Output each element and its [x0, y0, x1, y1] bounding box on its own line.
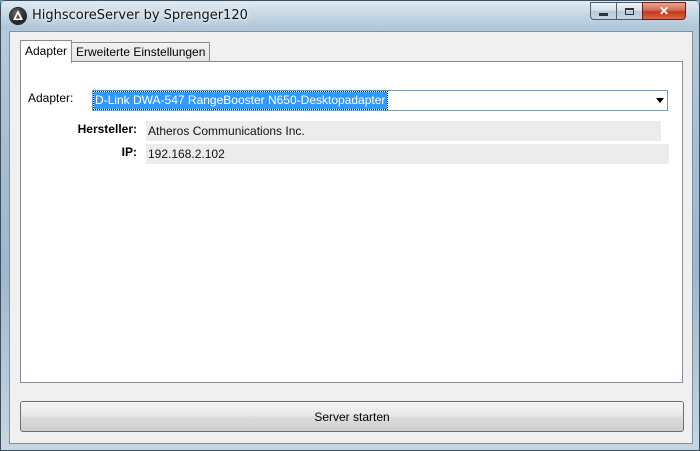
adapter-select[interactable]: D-Link DWA-547 RangeBooster N650-Desktop… — [92, 90, 668, 111]
manufacturer-label: Hersteller: — [77, 122, 137, 136]
close-icon: ✕ — [658, 4, 670, 18]
tab-advanced-settings[interactable]: Erweiterte Einstellungen — [71, 42, 211, 61]
caption-buttons: ✕ — [590, 2, 686, 22]
window-frame: HighscoreServer by Sprenger120 ✕ Adapter… — [0, 0, 700, 451]
minimize-icon — [599, 12, 608, 16]
app-logo-glyph — [13, 10, 23, 20]
maximize-button[interactable] — [616, 2, 642, 20]
client-area: Adapter Erweiterte Einstellungen Adapter… — [9, 31, 693, 444]
chevron-down-icon[interactable] — [656, 98, 664, 103]
adapter-tab-page: Adapter: D-Link DWA-547 RangeBooster N65… — [20, 61, 683, 383]
manufacturer-value: Atheros Communications Inc. — [146, 121, 661, 141]
close-button[interactable]: ✕ — [642, 2, 686, 20]
app-logo-icon[interactable] — [10, 8, 26, 24]
adapter-label: Adapter: — [28, 91, 74, 105]
adapter-selected-value: D-Link DWA-547 RangeBooster N650-Desktop… — [92, 91, 389, 110]
minimize-button[interactable] — [590, 2, 616, 20]
title-bar[interactable]: HighscoreServer by Sprenger120 ✕ — [1, 1, 699, 30]
tab-adapter[interactable]: Adapter — [20, 40, 73, 63]
ip-label: IP: — [121, 145, 137, 159]
ip-value: 192.168.2.102 — [146, 144, 669, 164]
maximize-icon — [625, 7, 634, 15]
start-server-label: Server starten — [314, 409, 390, 424]
start-server-button[interactable]: Server starten — [20, 401, 684, 432]
window-title: HighscoreServer by Sprenger120 — [32, 8, 248, 23]
